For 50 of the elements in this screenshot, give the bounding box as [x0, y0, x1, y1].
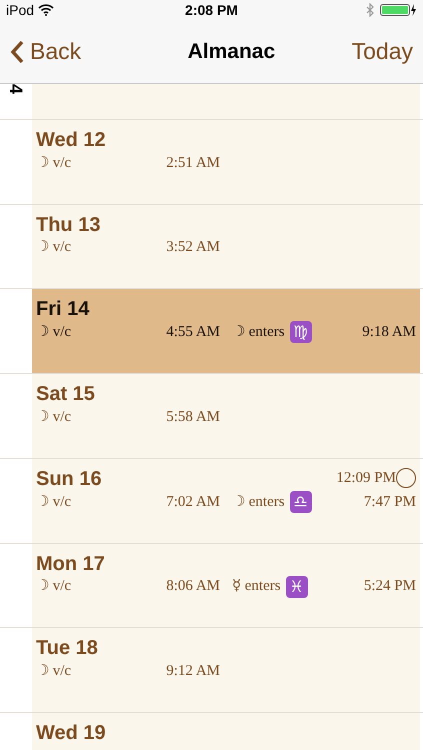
day-label: Tue 18 — [36, 636, 98, 660]
day-row[interactable]: Tue 18 ☽ v/c 9:12 AM — [32, 628, 420, 712]
day-label: Wed 12 — [36, 128, 106, 152]
day-label: Sat 15 — [36, 382, 95, 406]
wifi-icon — [38, 4, 54, 16]
void-time: 3:52 AM — [165, 238, 220, 258]
sign-icon: ♍ — [290, 321, 312, 344]
void-time: 4:55 AM — [165, 323, 220, 342]
void-time: 2:51 AM — [165, 154, 220, 173]
nav-title: Almanac — [188, 38, 276, 65]
day-label: Thu 13 — [36, 212, 100, 237]
month-marker: 4 — [7, 84, 25, 94]
void-time: 9:12 AM — [165, 662, 220, 682]
void-label: ☽ v/c — [36, 323, 72, 342]
void-label: ☽ v/c — [36, 662, 72, 682]
void-label: ☽ v/c — [36, 577, 72, 596]
void-time: 5:58 AM — [165, 408, 220, 427]
day-row[interactable]: Sun 16 12:09 PM ☽ v/c 7:02 AM ☽ enters ♎ 7:47 PM — [32, 458, 420, 543]
void-label: ☽ v/c — [36, 154, 72, 173]
day-row[interactable]: Fri 14 ☽ v/c 4:55 AM ☽ enters ♍ 9:18 AM — [32, 289, 420, 374]
ingress-time: 7:47 PM — [364, 492, 416, 512]
day-label: Mon 17 — [36, 552, 105, 576]
ingress-label: ☿ enters — [232, 577, 281, 596]
void-label: ☽ v/c — [36, 238, 72, 258]
day-label: Sun 16 — [36, 466, 102, 491]
chevron-left-icon — [10, 40, 24, 64]
bluetooth-icon — [366, 3, 374, 17]
back-button[interactable]: Back — [10, 34, 82, 69]
day-label: Fri 14 — [36, 297, 90, 322]
day-row[interactable]: Sat 15 ☽ v/c 5:58 AM — [32, 374, 420, 458]
clock: 2:08 PM — [185, 0, 238, 20]
full-moon-icon — [396, 468, 416, 488]
void-label: ☽ v/c — [36, 408, 72, 427]
day-row[interactable]: Mon 17 ☽ v/c 8:06 AM ☿ enters ♓ 5:24 PM — [32, 544, 420, 628]
phase-time: 12:09 PM — [336, 468, 396, 488]
day-row[interactable]: Thu 13 ☽ v/c 3:52 AM — [32, 204, 420, 288]
ingress-time: 5:24 PM — [364, 577, 416, 596]
void-time: 8:06 AM — [165, 577, 220, 596]
day-row[interactable]: Wed 19 — [32, 713, 420, 750]
day-row[interactable]: Wed 12 ☽ v/c 2:51 AM — [32, 120, 420, 204]
ingress-label: ☽ enters — [232, 492, 285, 512]
today-button[interactable]: Today — [352, 34, 413, 69]
sign-icon: ♎ — [290, 490, 312, 513]
ingress-time: 9:18 AM — [362, 323, 416, 342]
device-name: iPod — [6, 0, 34, 20]
void-label: ☽ v/c — [36, 492, 72, 512]
day-label: Wed 19 — [36, 721, 106, 746]
ingress-label: ☽ enters — [232, 323, 285, 342]
void-time: 7:02 AM — [165, 492, 220, 512]
sign-icon: ♓ — [286, 576, 308, 598]
